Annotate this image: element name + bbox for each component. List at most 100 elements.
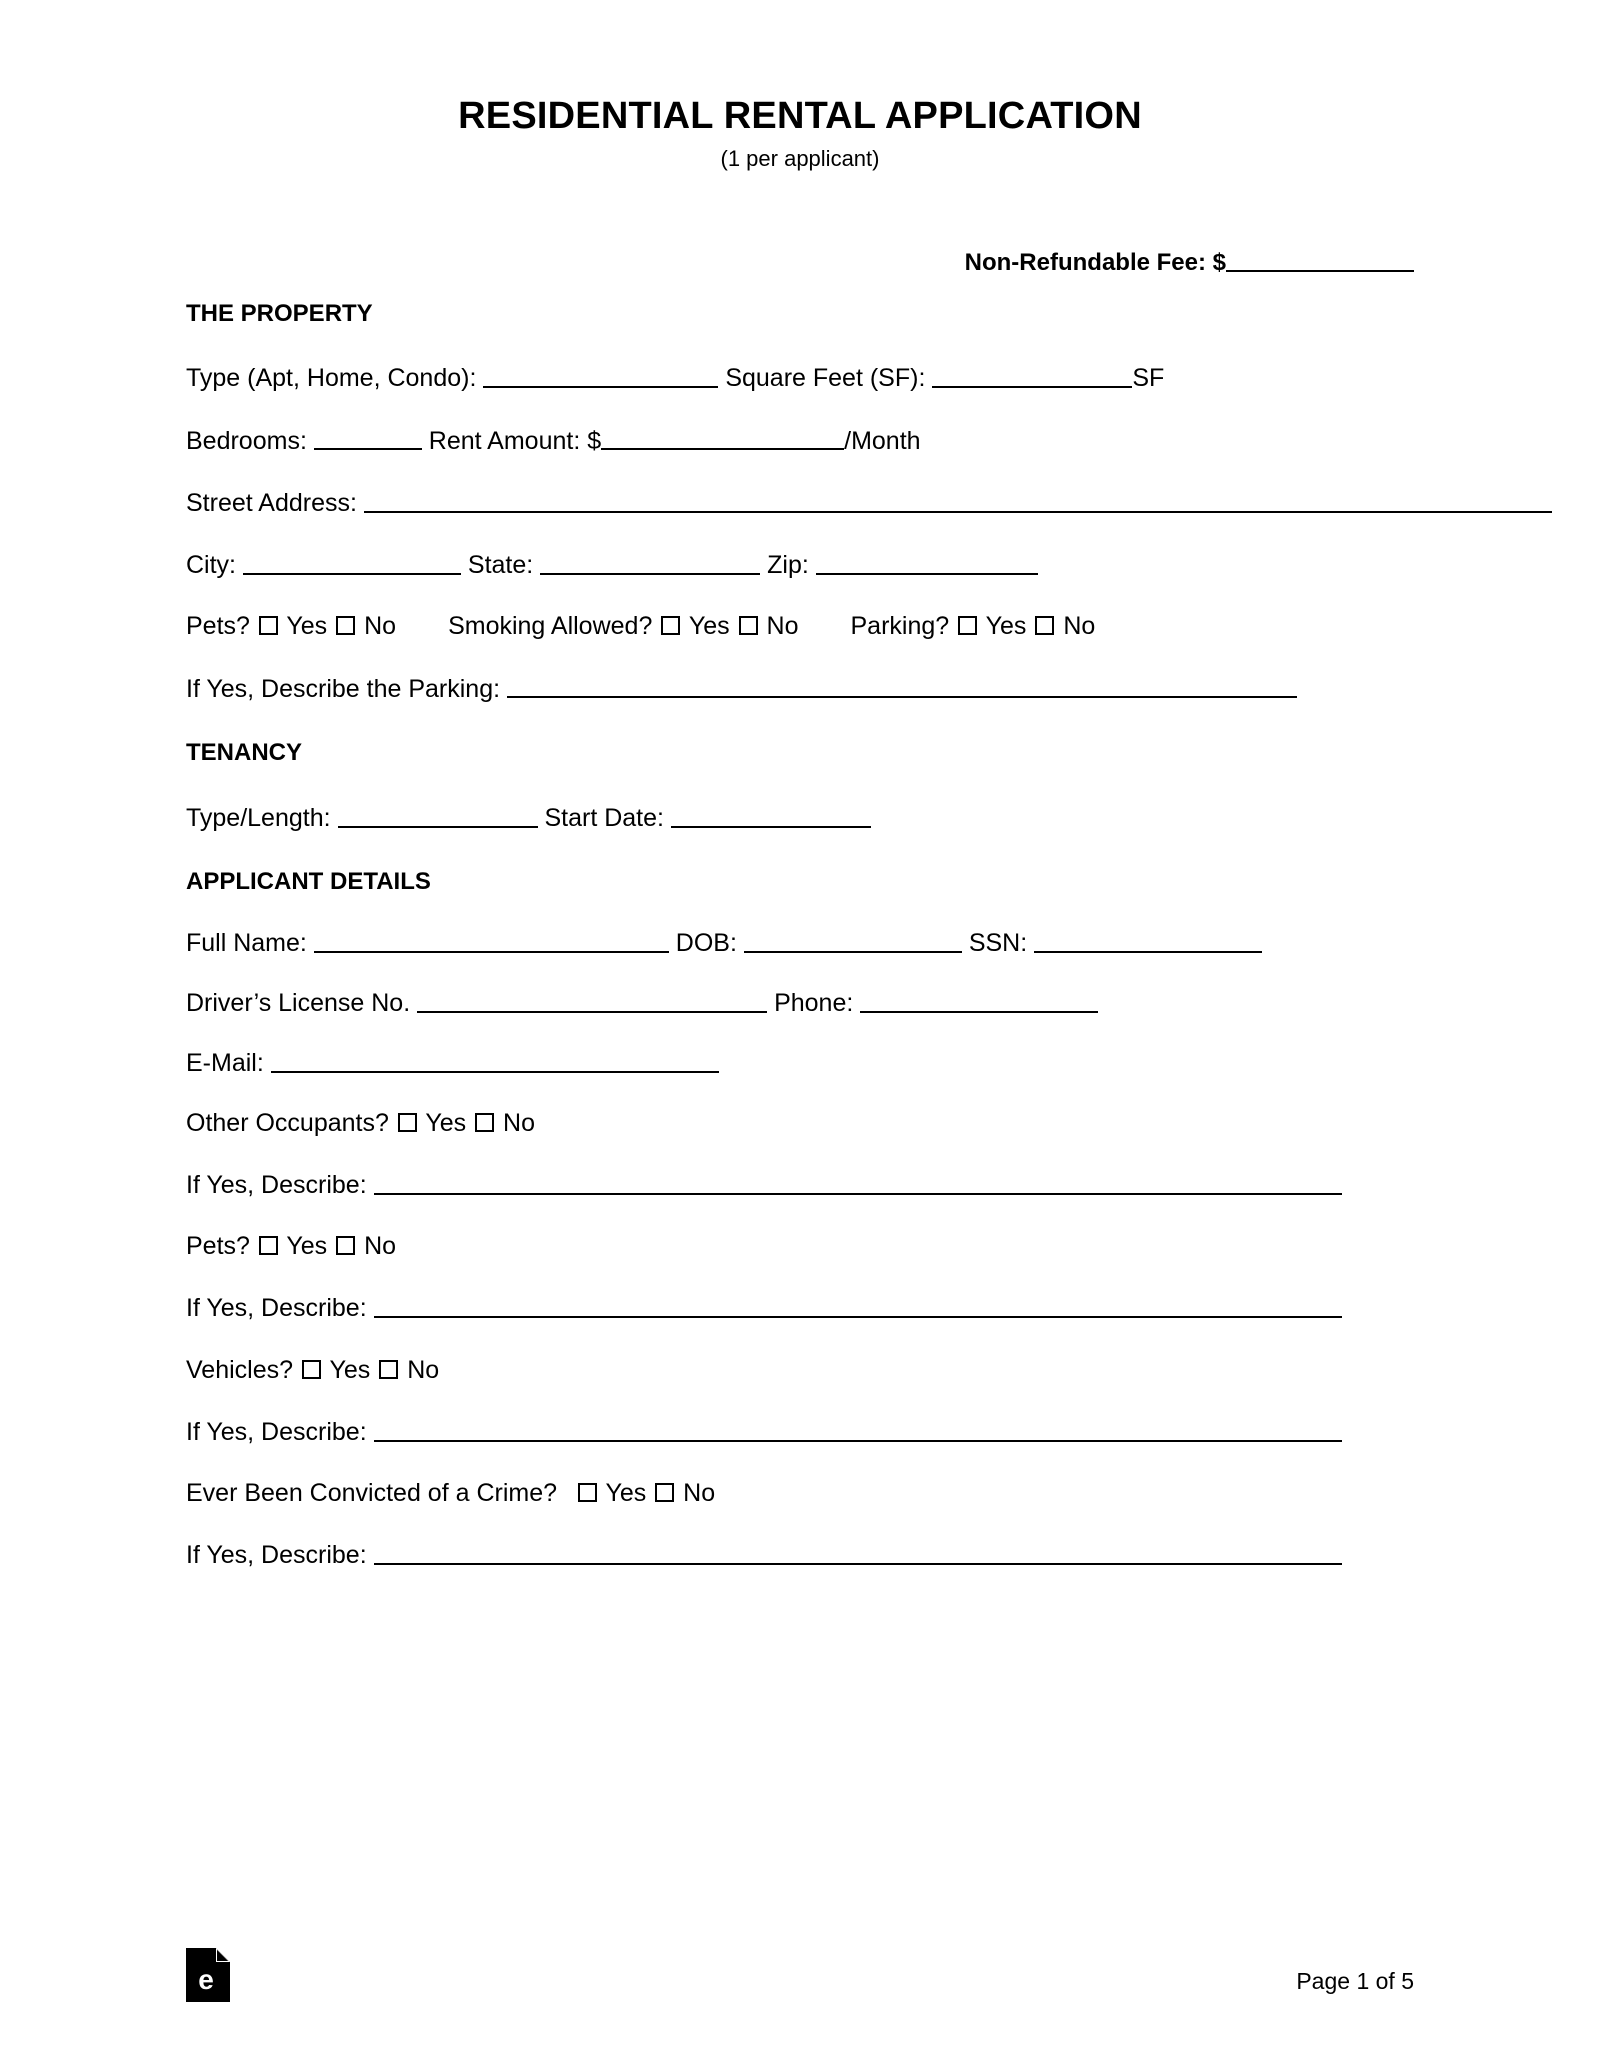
property-pets-no-label: No (364, 612, 397, 641)
property-pets-yes-checkbox[interactable] (258, 616, 278, 636)
occupants-describe-row: If Yes, Describe: (186, 1169, 1414, 1201)
phone-label: Phone: (774, 989, 854, 1018)
parking-yes-checkbox[interactable] (958, 616, 978, 636)
applicant-pets-yes-checkbox[interactable] (258, 1236, 278, 1256)
smoking-yes-checkbox[interactable] (661, 616, 681, 636)
vehicles-yes-checkbox[interactable] (301, 1359, 321, 1379)
other-occupants-no-label: No (503, 1108, 536, 1137)
rent-amount-label: Rent Amount: $ (428, 426, 602, 455)
applicant-pets-yes-label: Yes (286, 1232, 328, 1261)
vehicles-no-checkbox[interactable] (379, 1359, 399, 1379)
other-occupants-label: Other Occupants? (186, 1108, 389, 1137)
smoking-yes-label: Yes (688, 612, 730, 641)
vehicles-describe-label: If Yes, Describe: (186, 1417, 367, 1446)
city-state-zip-row: City: State: Zip: (186, 549, 1414, 581)
parking-label: Parking? (850, 612, 950, 641)
parking-yes-label: Yes (985, 612, 1027, 641)
crime-yes-checkbox[interactable] (577, 1483, 597, 1503)
other-occupants-yes-checkbox[interactable] (397, 1112, 417, 1132)
other-occupants-no-checkbox[interactable] (475, 1112, 495, 1132)
crime-describe-input[interactable] (373, 1539, 1342, 1566)
email-label: E-Mail: (186, 1049, 264, 1078)
page-footer: e Page 1 of 5 (186, 1942, 1414, 2002)
document-page: RESIDENTIAL RENTAL APPLICATION (1 per ap… (0, 0, 1600, 2070)
dob-input[interactable] (743, 927, 962, 953)
non-refundable-fee-label: Non-Refundable Fee: $ (964, 248, 1226, 276)
phone-input[interactable] (860, 987, 1099, 1013)
crime-describe-row: If Yes, Describe: (186, 1539, 1414, 1571)
other-occupants-row: Other Occupants? Yes No (186, 1108, 1414, 1139)
crime-describe-label: If Yes, Describe: (186, 1541, 367, 1570)
drivers-license-label: Driver’s License No. (186, 989, 411, 1018)
smoking-no-label: No (766, 612, 799, 641)
full-name-input[interactable] (313, 927, 669, 953)
applicant-pets-no-checkbox[interactable] (336, 1236, 356, 1256)
tenancy-type-length-label: Type/Length: (186, 803, 331, 832)
eforms-logo-icon: e (186, 1948, 230, 2002)
drivers-license-row: Driver’s License No. Phone: (186, 987, 1414, 1019)
tenancy-start-date-input[interactable] (670, 802, 871, 828)
section-heading-applicant-details: APPLICANT DETAILS (186, 868, 431, 895)
square-feet-suffix: SF (1132, 364, 1165, 393)
property-pets-label: Pets? (186, 612, 250, 641)
parking-describe-input[interactable] (507, 673, 1298, 699)
other-occupants-yes-label: Yes (425, 1108, 467, 1137)
page-subtitle: (1 per applicant) (720, 145, 880, 171)
vehicles-row: Vehicles? Yes No (186, 1355, 1414, 1386)
property-flags-row: Pets? Yes No Smoking Allowed? Yes No Parki… (186, 611, 1414, 642)
ssn-label: SSN: (968, 928, 1028, 957)
zip-label: Zip: (767, 551, 809, 580)
street-address-label: Street Address: (186, 488, 357, 517)
property-type-input[interactable] (483, 362, 719, 389)
svg-text:e: e (198, 1964, 214, 1995)
ssn-input[interactable] (1034, 927, 1263, 953)
crime-no-label: No (683, 1479, 716, 1508)
rent-amount-input[interactable] (601, 425, 845, 451)
crime-no-checkbox[interactable] (655, 1483, 675, 1503)
smoking-no-checkbox[interactable] (738, 616, 758, 636)
parking-describe-row: If Yes, Describe the Parking: (186, 673, 1414, 705)
smoking-allowed-label: Smoking Allowed? (448, 612, 653, 641)
bedrooms-rent-row: Bedrooms: Rent Amount: $ /Month (186, 425, 1414, 457)
property-type-label: Type (Apt, Home, Condo): (186, 364, 477, 393)
page-title: RESIDENTIAL RENTAL APPLICATION (458, 95, 1142, 137)
email-input[interactable] (270, 1047, 719, 1074)
vehicles-label: Vehicles? (186, 1355, 294, 1384)
non-refundable-fee-input[interactable] (1226, 247, 1414, 272)
vehicles-yes-label: Yes (329, 1355, 371, 1384)
drivers-license-input[interactable] (417, 987, 768, 1013)
applicant-name-row: Full Name: DOB: SSN: (186, 927, 1414, 959)
property-type-row: Type (Apt, Home, Condo): Square Feet (SF… (186, 362, 1414, 394)
parking-no-label: No (1063, 612, 1096, 641)
vehicles-describe-row: If Yes, Describe: (186, 1416, 1414, 1448)
occupants-describe-input[interactable] (373, 1169, 1342, 1195)
tenancy-type-length-input[interactable] (337, 802, 538, 828)
crime-conviction-row: Ever Been Convicted of a Crime? Yes No (186, 1478, 1414, 1509)
bedrooms-input[interactable] (313, 425, 422, 451)
city-input[interactable] (242, 549, 461, 575)
pets-describe-input[interactable] (373, 1292, 1342, 1319)
title-block: RESIDENTIAL RENTAL APPLICATION (1 per ap… (186, 0, 1414, 171)
parking-no-checkbox[interactable] (1035, 616, 1055, 636)
square-feet-label: Square Feet (SF): (725, 364, 926, 393)
applicant-pets-no-label: No (364, 1232, 397, 1261)
parking-describe-label: If Yes, Describe the Parking: (186, 674, 501, 703)
state-input[interactable] (540, 549, 761, 575)
property-pets-no-checkbox[interactable] (336, 616, 356, 636)
street-address-input[interactable] (363, 487, 1552, 513)
crime-yes-label: Yes (605, 1479, 647, 1508)
vehicles-no-label: No (407, 1355, 440, 1384)
occupants-describe-label: If Yes, Describe: (186, 1170, 367, 1199)
square-feet-input[interactable] (932, 362, 1133, 389)
property-pets-yes-label: Yes (286, 612, 328, 641)
tenancy-start-date-label: Start Date: (544, 803, 664, 832)
pets-describe-label: If Yes, Describe: (186, 1294, 367, 1323)
zip-input[interactable] (815, 549, 1038, 575)
bedrooms-label: Bedrooms: (186, 426, 307, 455)
applicant-pets-label: Pets? (186, 1232, 250, 1261)
section-heading-property: THE PROPERTY (186, 299, 373, 327)
pets-describe-row: If Yes, Describe: (186, 1292, 1414, 1324)
dob-label: DOB: (675, 928, 737, 957)
section-heading-tenancy: TENANCY (186, 738, 303, 766)
vehicles-describe-input[interactable] (373, 1416, 1342, 1442)
